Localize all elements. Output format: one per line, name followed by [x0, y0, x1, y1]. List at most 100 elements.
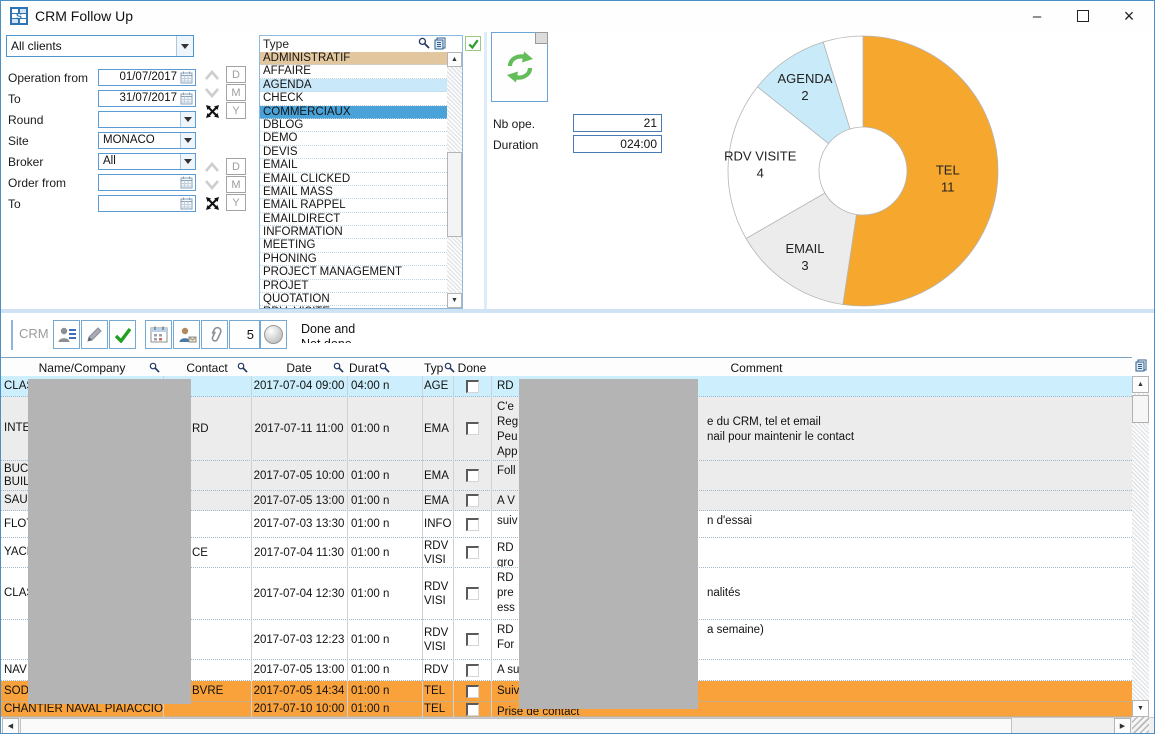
person-mail-button[interactable] [173, 320, 200, 349]
type-list-item[interactable]: EMAIL [260, 159, 447, 172]
dropdown[interactable]: All [98, 153, 196, 170]
contact-card-button[interactable] [53, 320, 80, 349]
date-input[interactable] [98, 174, 196, 191]
chevron-down-icon[interactable] [202, 177, 222, 193]
toggle-box[interactable] [535, 32, 548, 44]
done-checkbox[interactable] [466, 664, 479, 677]
done-checkbox[interactable] [466, 469, 479, 482]
edit-button[interactable] [81, 320, 108, 349]
copy-icon[interactable] [434, 37, 446, 53]
validate-button[interactable] [109, 320, 136, 349]
period-button-m[interactable]: M [226, 176, 246, 193]
search-icon[interactable] [149, 362, 160, 376]
type-list-item[interactable]: CHECK [260, 92, 447, 105]
type-list-item[interactable]: MEETING [260, 239, 447, 252]
attachment-button[interactable] [201, 320, 228, 349]
apply-check-icon[interactable] [465, 36, 481, 51]
chevron-up-icon[interactable] [202, 67, 222, 83]
done-checkbox[interactable] [466, 380, 479, 393]
search-icon[interactable] [237, 362, 248, 376]
date-input[interactable]: 01/07/2017 [98, 69, 196, 86]
done-checkbox[interactable] [466, 546, 479, 559]
type-list-item[interactable]: QUOTATION [260, 293, 447, 306]
client-filter-dropdown[interactable]: All clients [6, 35, 194, 57]
done-checkbox[interactable] [466, 518, 479, 531]
dropdown[interactable] [98, 111, 196, 128]
period-button-d[interactable]: D [226, 158, 246, 175]
period-button-y[interactable]: Y [226, 102, 246, 119]
column-header[interactable]: Durat [347, 359, 422, 376]
type-list-item[interactable]: PROJET [260, 280, 447, 293]
done-checkbox[interactable] [466, 685, 479, 698]
scroll-down-icon[interactable]: ▼ [1132, 700, 1149, 717]
done-checkbox[interactable] [466, 587, 479, 600]
chevron-down-icon[interactable] [202, 85, 222, 101]
period-button-m[interactable]: M [226, 84, 246, 101]
vertical-scrollbar[interactable]: ▲ ▼ [1132, 376, 1149, 717]
dropdown[interactable]: MONACO [98, 132, 196, 149]
calendar-icon[interactable] [180, 92, 194, 105]
type-list-item[interactable]: EMAIL MASS [260, 186, 447, 199]
type-list-item[interactable]: PROJECT MANAGEMENT [260, 266, 447, 279]
type-list-item[interactable]: COMMERCIAUX [260, 106, 447, 119]
type-list-item[interactable]: DBLOG [260, 119, 447, 132]
dropdown-arrow-icon[interactable] [180, 112, 195, 127]
resize-grip[interactable] [1132, 717, 1149, 734]
maximize-button[interactable] [1060, 1, 1106, 31]
calendar-icon[interactable] [180, 71, 194, 84]
search-icon[interactable] [379, 362, 390, 376]
date-input[interactable] [98, 195, 196, 212]
calendar-icon[interactable] [180, 176, 194, 189]
column-header[interactable]: Contact [163, 359, 251, 376]
done-checkbox[interactable] [466, 422, 479, 435]
dropdown-arrow-icon[interactable] [176, 36, 193, 56]
dropdown-arrow-icon[interactable] [180, 154, 195, 169]
expand-icon[interactable] [202, 195, 222, 211]
column-header[interactable]: Done [453, 359, 491, 376]
done-checkbox[interactable] [466, 633, 479, 646]
period-button-d[interactable]: D [226, 66, 246, 83]
scrollbar-thumb[interactable] [20, 718, 1012, 734]
type-list-item[interactable]: DEMO [260, 132, 447, 145]
calendar-icon[interactable] [180, 197, 194, 210]
date-input[interactable]: 31/07/2017 [98, 90, 196, 107]
type-list-item[interactable]: EMAIL RAPPEL [260, 199, 447, 212]
type-list-item[interactable]: EMAILDIRECT [260, 213, 447, 226]
type-list-item[interactable]: DEVIS [260, 146, 447, 159]
search-icon[interactable] [418, 37, 430, 52]
schedule-button[interactable] [145, 320, 172, 349]
chevron-up-icon[interactable] [202, 159, 222, 175]
type-list-item[interactable]: PHONING [260, 253, 447, 266]
count-field[interactable]: 5 [229, 320, 260, 349]
refresh-button[interactable] [491, 32, 548, 102]
horizontal-scrollbar[interactable]: ◀ ▶ [2, 717, 1154, 734]
type-list-item[interactable]: ADMINISTRATIF [260, 52, 447, 65]
nb-ope-value[interactable]: 21 [573, 114, 662, 132]
column-header[interactable]: Date [251, 359, 347, 376]
scrollbar-thumb[interactable] [1132, 395, 1149, 423]
scroll-left-icon[interactable]: ◀ [2, 718, 19, 734]
scroll-down-icon[interactable]: ▼ [447, 293, 462, 308]
done-checkbox[interactable] [466, 494, 479, 507]
scroll-up-icon[interactable]: ▲ [447, 52, 462, 67]
column-header[interactable]: Name/Company [1, 359, 163, 376]
column-header[interactable]: Comment [491, 359, 1132, 376]
copy-icon[interactable] [1135, 359, 1147, 377]
sphere-button[interactable] [260, 320, 287, 349]
type-list-item[interactable]: INFORMATION [260, 226, 447, 239]
column-header[interactable]: Typ [422, 359, 453, 376]
scroll-right-icon[interactable]: ▶ [1114, 718, 1131, 734]
expand-icon[interactable] [202, 103, 222, 119]
search-icon[interactable] [333, 362, 344, 376]
scrollbar-thumb[interactable] [447, 152, 462, 237]
type-list-item[interactable]: AGENDA [260, 79, 447, 92]
close-button[interactable]: × [1106, 1, 1152, 31]
duration-value[interactable]: 024:00 [573, 135, 662, 153]
type-list-item[interactable]: AFFAIRE [260, 65, 447, 78]
type-list-item[interactable]: EMAIL CLICKED [260, 173, 447, 186]
done-checkbox[interactable] [466, 703, 479, 716]
dropdown-arrow-icon[interactable] [180, 133, 195, 148]
type-list-scrollbar[interactable]: ▲ ▼ [447, 52, 462, 308]
scroll-up-icon[interactable]: ▲ [1132, 376, 1149, 393]
period-button-y[interactable]: Y [226, 194, 246, 211]
